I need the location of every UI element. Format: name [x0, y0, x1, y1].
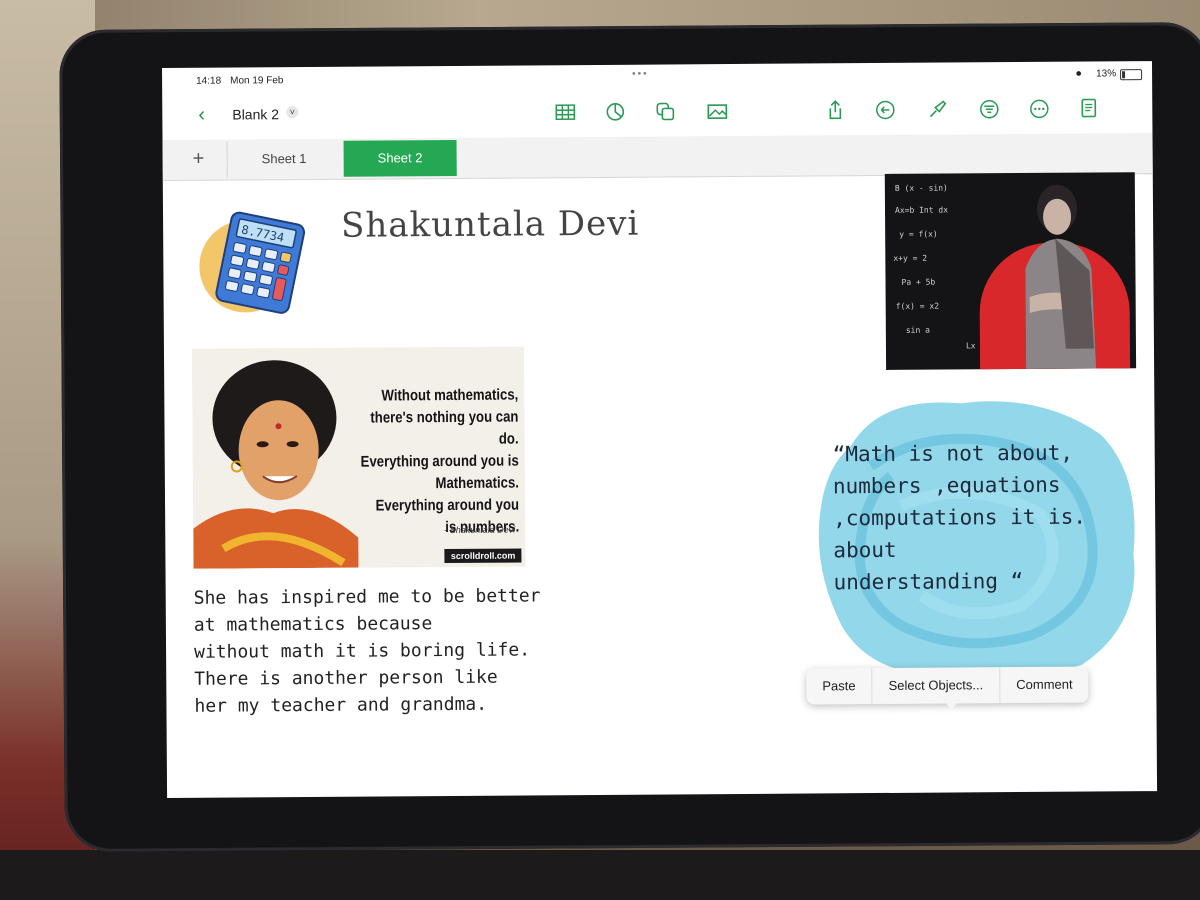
- bubble-line: numbers ,equations: [832, 472, 1061, 499]
- chalkboard-equation: B (x - sin): [894, 183, 948, 193]
- sheet-canvas[interactable]: 8.7734 Shakuntala Devi Without mathemati…: [163, 172, 1157, 798]
- battery-icon: [1120, 69, 1143, 81]
- ipad-screen: 14:18 Mon 19 Feb ••• ● 13% ‹ Blank 2 ˅ +…: [162, 61, 1158, 798]
- battery-percent: 13%: [1096, 68, 1117, 80]
- undo-icon[interactable]: [874, 99, 896, 121]
- table-icon[interactable]: [554, 101, 576, 123]
- paragraph-line: She has inspired me to be better: [193, 585, 541, 609]
- tab-sheet-1[interactable]: Sheet 1: [226, 140, 341, 178]
- paragraph-line: without math it is boring life.: [194, 639, 531, 663]
- sheet-title[interactable]: Shakuntala Devi: [341, 204, 639, 246]
- tab-sheet-2[interactable]: Sheet 2: [343, 139, 457, 177]
- status-date: Mon 19 Feb: [230, 75, 284, 87]
- shapes-icon[interactable]: [654, 100, 676, 122]
- portrait-photo[interactable]: B (x - sin) Ax=b Int dx y = f(x) x+y = 2…: [884, 172, 1137, 370]
- paragraph-line: There is another person like: [194, 666, 498, 690]
- chevron-left-icon[interactable]: ‹: [198, 104, 205, 127]
- person-figure: [1025, 184, 1097, 369]
- portrait-illustration: [191, 347, 364, 569]
- calculator-illustration[interactable]: 8.7734: [193, 206, 314, 317]
- plus-icon[interactable]: +: [193, 148, 205, 171]
- quote-attribution: - Shakuntala Devi: [444, 524, 516, 536]
- format-brush-icon[interactable]: [926, 99, 948, 121]
- bubble-line: understanding “: [833, 569, 1024, 595]
- bubble-line: about: [833, 537, 897, 563]
- brand-logo: scrolldroll.com: [444, 548, 522, 564]
- context-menu-pointer: [944, 701, 959, 710]
- chalkboard-equation: x+y = 2: [893, 253, 928, 263]
- paragraph-line: at mathematics because: [193, 613, 433, 636]
- share-icon[interactable]: [824, 99, 846, 121]
- bubble-line: “Math is not about,: [832, 440, 1074, 467]
- bubble-quote[interactable]: “Math is not about, numbers ,equations ,…: [833, 436, 1154, 598]
- context-menu: Paste Select Objects... Comment: [806, 666, 1089, 705]
- chalkboard-equation: sin a: [905, 325, 930, 335]
- more-icon[interactable]: [1028, 98, 1050, 120]
- quote-line: Mathematics.: [435, 474, 519, 493]
- chalkboard-equation: f(x) = x2: [895, 301, 940, 311]
- quote-line: Everything around you: [375, 496, 520, 515]
- wifi-icon: ●: [1075, 67, 1083, 80]
- bubble-line: ,computations it is.: [833, 504, 1087, 531]
- quote-text: Without mathematics, there's nothing you…: [357, 385, 520, 540]
- document-icon[interactable]: [1078, 97, 1100, 119]
- status-time: 14:18: [196, 75, 222, 87]
- chalkboard-equation: Ax=b Int dx: [894, 205, 949, 215]
- quote-line: there's nothing you can do.: [370, 408, 519, 448]
- organize-icon[interactable]: [978, 98, 1000, 120]
- comment-menu-item[interactable]: Comment: [1000, 667, 1089, 704]
- quote-line: Without mathematics,: [381, 386, 519, 405]
- chevron-down-icon[interactable]: ˅: [286, 106, 299, 119]
- chart-icon[interactable]: [604, 101, 626, 123]
- multitasking-dots-icon[interactable]: •••: [632, 69, 649, 80]
- paragraph-line: her my teacher and grandma.: [194, 693, 488, 717]
- handwritten-paragraph[interactable]: She has inspired me to be better at math…: [194, 582, 595, 720]
- paste-menu-item[interactable]: Paste: [806, 668, 873, 705]
- toolbar: ‹ Blank 2 ˅: [162, 87, 1152, 134]
- media-icon[interactable]: [706, 100, 728, 122]
- chalkboard-equation: Pa + 5b: [901, 277, 936, 287]
- quote-image[interactable]: Without mathematics, there's nothing you…: [191, 346, 526, 569]
- select-objects-menu-item[interactable]: Select Objects...: [872, 667, 1001, 705]
- document-title[interactable]: Blank 2: [232, 106, 279, 122]
- quote-line: Everything around you is: [360, 452, 519, 471]
- chalkboard-equation: y = f(x): [899, 229, 938, 239]
- background-table: [0, 850, 1200, 900]
